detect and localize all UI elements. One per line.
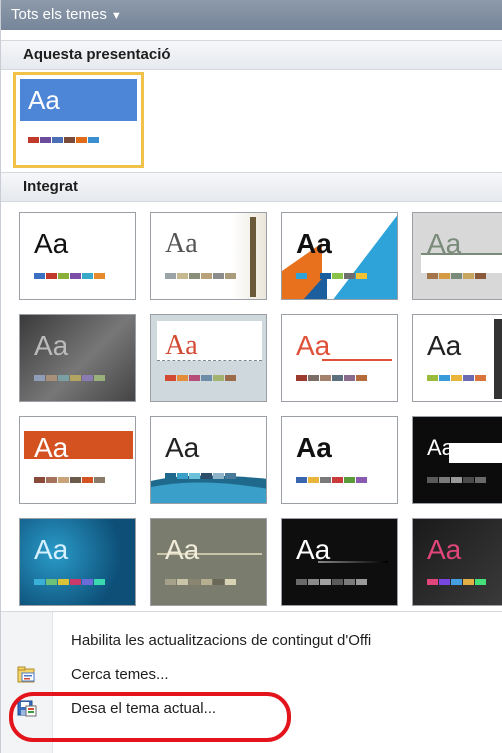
theme-label: Aa [427,330,462,361]
theme-gallery-panel: Tots els temes ▼ Aquesta presentació Aa I… [0,0,502,753]
theme-label: Aa [34,432,69,463]
theme-label: Aa [165,228,198,259]
theme-label: Aa [427,228,462,259]
theme-label: Aa [296,534,331,565]
theme-thumbnail[interactable]: Aa [150,518,267,606]
dropdown-caret-icon: ▼ [110,10,122,22]
theme-thumbnail[interactable]: Aa [412,212,502,300]
theme-label: Aa [296,432,332,463]
red-annotation-oval [9,692,291,742]
all-themes-label: Tots els temes [11,6,107,23]
theme-label: Aa [34,534,69,565]
theme-thumbnail[interactable]: Aa [150,212,267,300]
theme-thumbnail[interactable]: Aa [19,518,136,606]
theme-thumbnail[interactable]: Aa [412,518,502,606]
current-theme-label: Aa [28,85,60,115]
theme-label: Aa [427,435,454,460]
browse-themes-label: Cerca temes... [71,666,169,683]
browse-themes-command[interactable]: Cerca temes... [1,658,502,692]
theme-thumbnail[interactable]: Aa [412,416,502,504]
theme-thumbnail[interactable]: Aa [150,416,267,504]
theme-thumbnail[interactable]: Aa [281,518,398,606]
theme-label: Aa [34,330,69,361]
current-theme-thumbnail[interactable]: Aa [13,72,144,168]
theme-thumbnail[interactable]: Aa [281,212,398,300]
theme-label: Aa [296,228,332,259]
theme-thumbnail[interactable]: Aa [150,314,267,402]
theme-thumbnail[interactable]: Aa [281,314,398,402]
theme-label: Aa [165,330,198,361]
theme-thumbnail[interactable]: Aa [19,314,136,402]
theme-thumbnail[interactable]: Aa [19,212,136,300]
theme-label: Aa [34,228,69,259]
current-theme-swatches [28,137,100,143]
section-header-builtin: Integrat [1,172,502,202]
section-header-this-presentation: Aquesta presentació [1,40,502,70]
theme-label: Aa [165,534,200,565]
folder-browse-icon [17,666,35,683]
theme-thumbnail[interactable]: Aa [19,416,136,504]
all-themes-dropdown[interactable]: Tots els temes ▼ [1,0,502,30]
theme-label: Aa [296,330,331,361]
theme-thumbnail[interactable]: Aa [281,416,398,504]
theme-label: Aa [165,432,200,463]
theme-label: Aa [427,534,462,565]
enable-content-updates-command[interactable]: Habilita les actualitzacions de contingu… [1,624,502,658]
theme-thumbnail[interactable]: Aa [412,314,502,402]
enable-content-updates-label: Habilita les actualitzacions de contingu… [71,632,372,649]
